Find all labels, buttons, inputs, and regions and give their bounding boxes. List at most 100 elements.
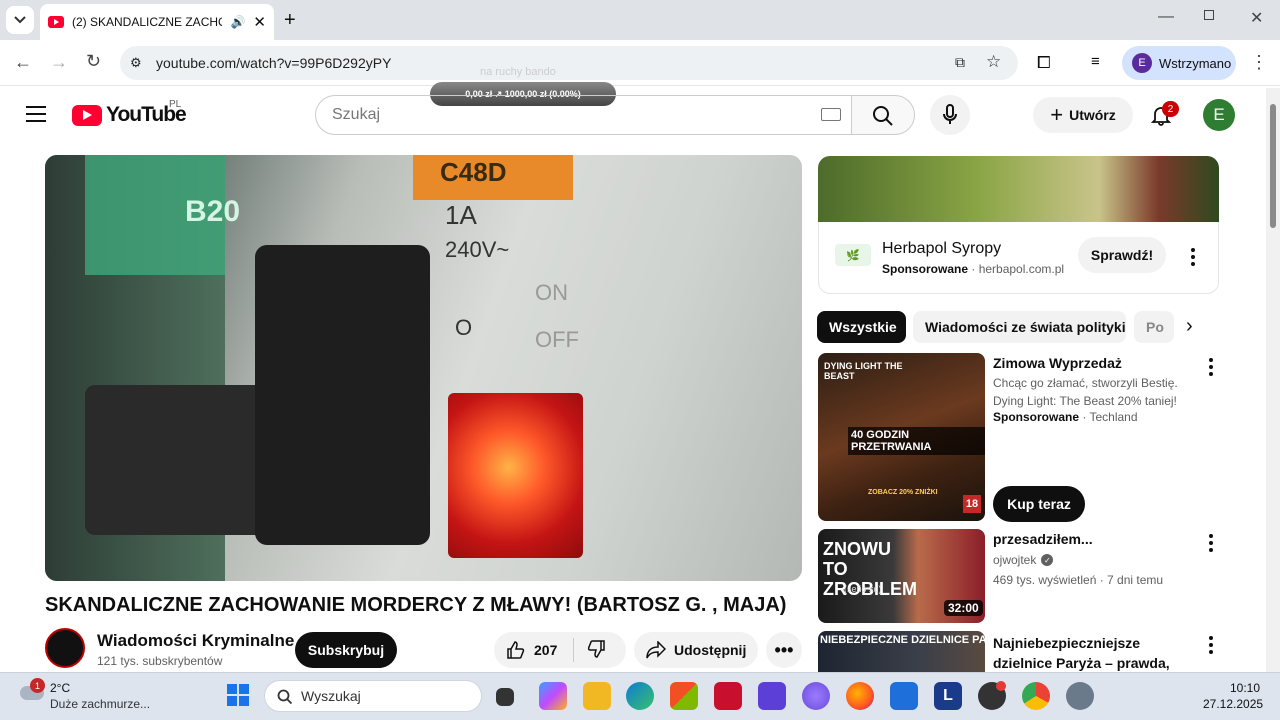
chip-politics[interactable]: Wiadomości ze świata polityki xyxy=(913,311,1126,343)
search-placeholder: Szukaj xyxy=(332,106,381,123)
clock-date[interactable]: 27.12.2025 xyxy=(1203,697,1263,711)
page-scrollbar[interactable] xyxy=(1266,88,1280,672)
weather-temp[interactable]: 2°C xyxy=(50,681,70,695)
ad-sponsored-label: Sponsorowane xyxy=(882,262,969,276)
rec-sponsored-label: Sponsorowane xyxy=(993,410,1080,424)
plus-icon: + xyxy=(1050,102,1064,127)
rec-title[interactable]: Najniebezpieczniejsze dzielnice Paryża –… xyxy=(993,633,1193,672)
chevron-right-icon[interactable]: › xyxy=(1186,315,1193,338)
scrollbar-thumb[interactable] xyxy=(1270,104,1276,228)
outlook-icon[interactable] xyxy=(890,682,918,710)
rec-channel-line[interactable]: ojwojtek ✓ xyxy=(993,553,1193,567)
rec-title[interactable]: Zimowa Wyprzedaż xyxy=(993,355,1193,371)
reload-icon[interactable]: ↻ xyxy=(86,51,101,72)
file-explorer-icon[interactable] xyxy=(583,682,611,710)
hamburger-menu-icon[interactable] xyxy=(26,106,46,122)
rec-menu-icon[interactable] xyxy=(1204,636,1218,654)
back-icon[interactable]: ← xyxy=(14,52,32,73)
weather-badge: 1 xyxy=(30,678,45,693)
search-icon xyxy=(277,689,293,705)
mcafee-icon[interactable] xyxy=(714,682,742,710)
tab-title: (2) SKANDALICZNE ZACHOWANIE xyxy=(72,15,222,29)
restore-icon[interactable] xyxy=(1204,10,1214,20)
settings-icon[interactable] xyxy=(1066,682,1094,710)
copilot-icon[interactable] xyxy=(539,682,567,710)
close-tab-icon[interactable]: ✕ xyxy=(253,13,266,31)
account-avatar[interactable]: E xyxy=(1203,99,1235,131)
rec-menu-icon[interactable] xyxy=(1204,534,1218,552)
rec-menu-icon[interactable] xyxy=(1204,358,1218,376)
rec-advertiser: Techland xyxy=(1089,410,1138,424)
rec-thumbnail[interactable]: ZNOWU TO ZROBILEM (serio xd) 32:00 xyxy=(818,529,985,623)
create-button[interactable]: + Utwórz xyxy=(1033,97,1133,133)
rec-title[interactable]: przesadziłem... xyxy=(993,531,1193,547)
chip-partial[interactable]: Po xyxy=(1134,311,1174,343)
like-button[interactable]: 207 xyxy=(494,638,574,662)
thumb-sub: (serio xd) xyxy=(844,584,882,594)
thumbs-up-icon xyxy=(507,641,525,659)
thumb-text: NIEBEZPIECZNE DZIELNICE PARYŻA xyxy=(820,634,985,646)
install-app-icon[interactable]: ⧉ xyxy=(955,54,965,71)
vpn-icon[interactable] xyxy=(758,682,786,710)
ad-banner-image[interactable] xyxy=(818,156,1219,222)
taskbar-search[interactable]: Wyszukaj xyxy=(264,680,482,712)
ad-cta-button[interactable]: Sprawdź! xyxy=(1078,237,1166,273)
browser-menu-icon[interactable]: ⋮ xyxy=(1250,52,1268,73)
ad-menu-icon[interactable] xyxy=(1186,248,1200,266)
ad-card[interactable]: 🌿 Herbapol Syropy Sponsorowane · herbapo… xyxy=(818,222,1219,294)
close-window-icon[interactable]: ✕ xyxy=(1250,8,1263,28)
ad-title: Herbapol Syropy xyxy=(882,240,1002,257)
share-icon xyxy=(646,641,666,659)
buy-now-button[interactable]: Kup teraz xyxy=(993,486,1085,522)
store-icon[interactable] xyxy=(670,682,698,710)
duration-badge: 32:00 xyxy=(944,600,983,616)
windows-start-icon[interactable] xyxy=(227,684,249,706)
search-input[interactable]: Szukaj xyxy=(315,95,852,135)
channel-name[interactable]: Wiadomości Kryminalne xyxy=(97,631,294,651)
profile-label: Wstrzymano xyxy=(1159,55,1232,71)
react-app-icon[interactable] xyxy=(802,682,830,710)
ad-meta: Sponsorowane · herbapol.com.pl xyxy=(882,262,1065,276)
dislike-button[interactable] xyxy=(574,639,606,662)
media-control-icon[interactable]: ≡ xyxy=(1091,53,1100,70)
browser-tab[interactable]: (2) SKANDALICZNE ZACHOWANIE 🔊 ✕ xyxy=(40,4,274,40)
keyboard-icon[interactable] xyxy=(821,108,841,121)
taskbar-search-placeholder: Wyszukaj xyxy=(301,688,361,704)
task-view-icon[interactable] xyxy=(496,688,514,706)
site-settings-icon[interactable]: ⚙ xyxy=(130,55,142,71)
frame-label-on: ON xyxy=(535,280,568,305)
voice-search-button[interactable] xyxy=(930,95,970,135)
browser-tab-bar: (2) SKANDALICZNE ZACHOWANIE 🔊 ✕ + — ✕ xyxy=(0,0,1280,40)
new-tab-icon[interactable]: + xyxy=(284,9,296,32)
chip-all[interactable]: Wszystkie xyxy=(817,311,906,343)
firefox-icon[interactable] xyxy=(846,682,874,710)
clock-time[interactable]: 10:10 xyxy=(1230,681,1260,695)
rec-thumbnail[interactable]: DYING LIGHT THE BEAST 40 GODZIN PRZETRWA… xyxy=(818,353,985,521)
minimize-icon[interactable]: — xyxy=(1158,8,1174,26)
extensions-icon[interactable]: ⧠ xyxy=(1037,53,1051,73)
ad-domain: herbapol.com.pl xyxy=(978,262,1065,276)
thumb-text: 40 GODZIN PRZETRWANIA xyxy=(848,427,985,455)
chrome-icon[interactable] xyxy=(1022,682,1050,710)
notification-count-badge: 2 xyxy=(1162,101,1179,117)
bookmark-star-icon[interactable]: ☆ xyxy=(986,52,1001,72)
advertiser-logo: 🌿 xyxy=(835,244,871,266)
rec-thumbnail[interactable]: NIEBEZPIECZNE DZIELNICE PARYŻA xyxy=(818,631,985,672)
address-bar[interactable]: ⚙ youtube.com/watch?v=99P6D292yPY ⧉ ☆ xyxy=(120,46,1018,80)
channel-avatar[interactable] xyxy=(45,628,85,668)
thumbs-down-icon xyxy=(587,639,605,658)
frame-label-240v: 240V~ xyxy=(445,237,510,262)
l-app-icon[interactable]: L xyxy=(934,682,962,710)
profile-button[interactable]: E Wstrzymano xyxy=(1122,46,1236,80)
video-player[interactable]: B20 C48D 1A 240V~ O ON OFF xyxy=(45,155,802,581)
search-button[interactable] xyxy=(851,95,915,135)
share-button[interactable]: Udostępnij xyxy=(634,632,758,668)
edge-icon[interactable] xyxy=(626,682,654,710)
speaker-icon[interactable]: 🔊 xyxy=(230,15,245,29)
tab-list-button[interactable] xyxy=(6,6,34,34)
more-actions-icon[interactable]: ••• xyxy=(766,632,802,668)
forward-icon[interactable]: → xyxy=(50,52,68,73)
weather-desc[interactable]: Duże zachmurze... xyxy=(50,697,150,711)
thumb-brand: DYING LIGHT THE BEAST xyxy=(824,361,903,381)
subscribe-button[interactable]: Subskrybuj xyxy=(295,632,397,668)
